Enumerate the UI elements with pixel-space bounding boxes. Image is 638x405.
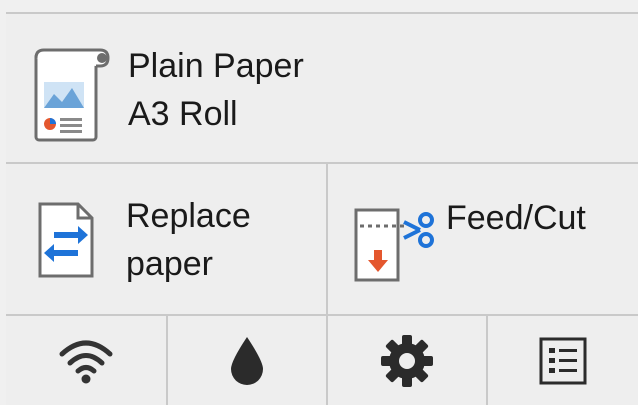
ink-drop-icon bbox=[231, 336, 263, 385]
printer-home-screen: Plain Paper A3 Roll Replace paper Feed/C… bbox=[0, 0, 638, 405]
ink-button[interactable] bbox=[168, 316, 326, 405]
feed-cut-button[interactable]: Feed/Cut bbox=[328, 164, 638, 314]
feed-cut-label: Feed/Cut bbox=[446, 199, 586, 237]
paper-settings-button[interactable]: Plain Paper A3 Roll bbox=[6, 12, 638, 164]
paper-size-label: A3 Roll bbox=[128, 95, 238, 133]
wifi-button[interactable] bbox=[6, 316, 166, 405]
paper-type-label: Plain Paper bbox=[128, 47, 304, 85]
feed-cut-icon bbox=[354, 208, 434, 282]
list-menu-icon bbox=[539, 337, 587, 384]
gear-icon bbox=[381, 334, 433, 387]
settings-button[interactable] bbox=[328, 316, 486, 405]
paper-info: Plain Paper A3 Roll bbox=[128, 42, 304, 138]
menu-button[interactable] bbox=[488, 316, 638, 405]
roll-paper-icon bbox=[34, 48, 110, 142]
bottom-icon-bar bbox=[6, 316, 638, 405]
wifi-icon bbox=[59, 340, 113, 383]
replace-paper-icon bbox=[38, 202, 94, 278]
actions-row: Replace paper Feed/Cut bbox=[6, 164, 638, 316]
replace-paper-label: Replace paper bbox=[126, 192, 251, 288]
replace-paper-button[interactable]: Replace paper bbox=[6, 164, 326, 314]
replace-label-line1: Replace bbox=[126, 197, 251, 235]
replace-label-line2: paper bbox=[126, 245, 213, 283]
